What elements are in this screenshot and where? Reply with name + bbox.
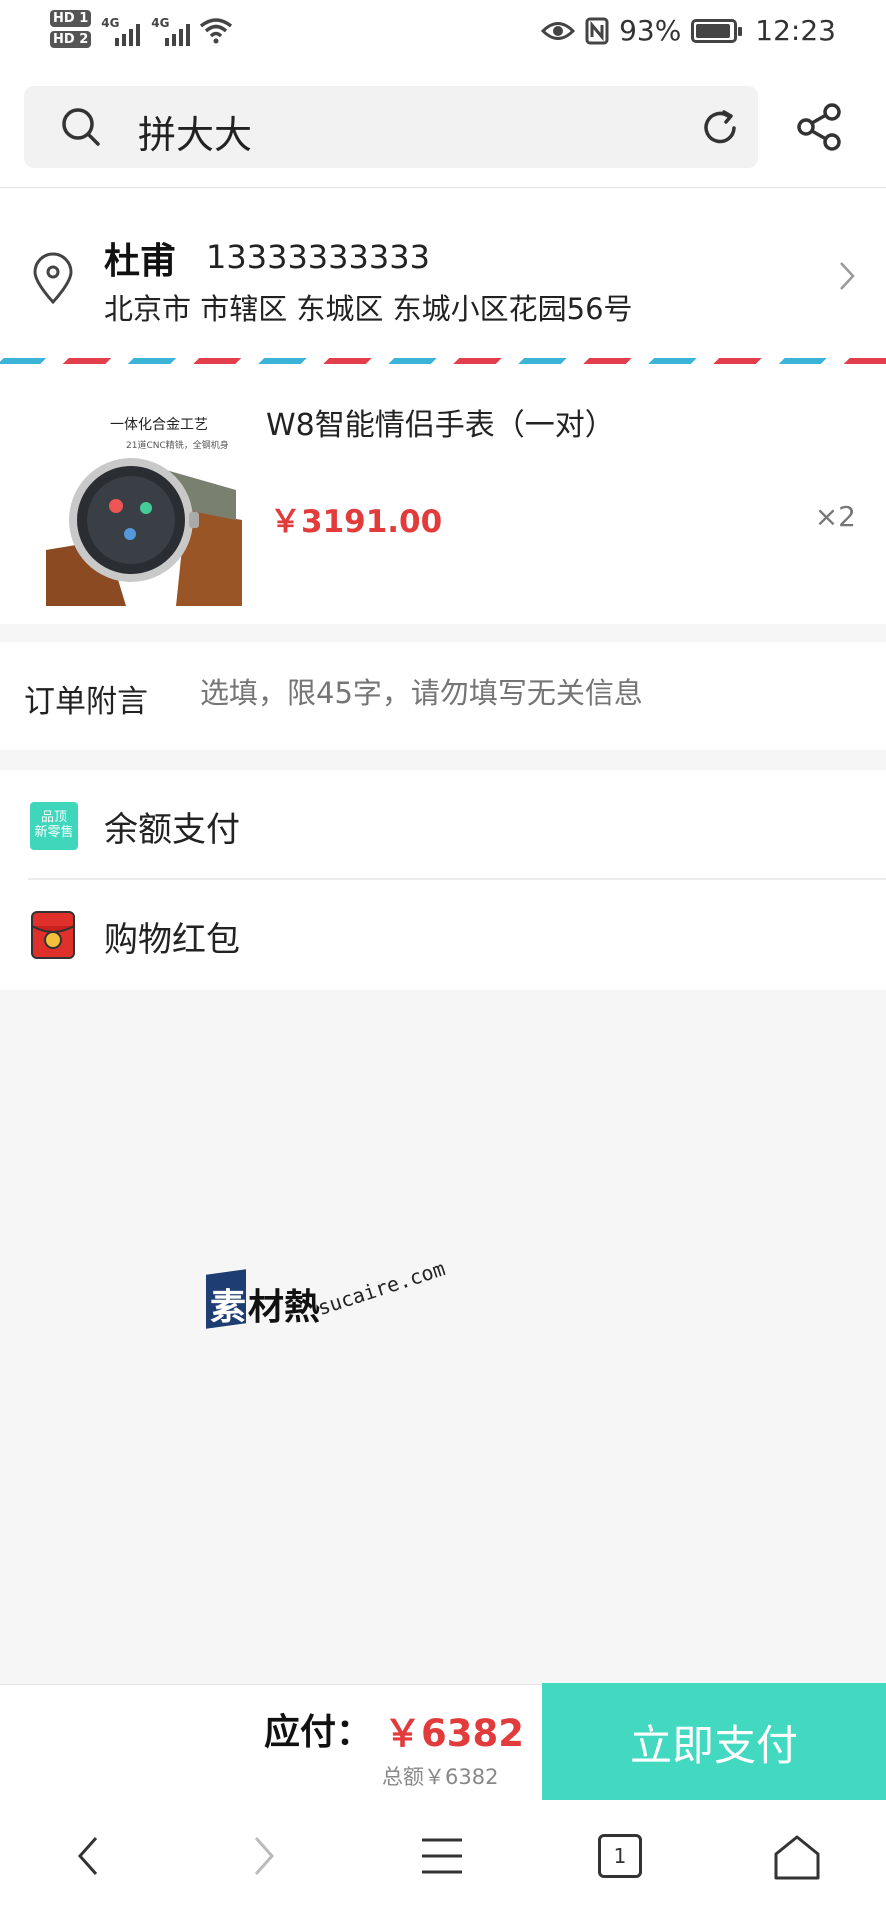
pay-now-button[interactable]: 立即支付 [542,1683,886,1801]
product-image-subcaption: 21道CNC精铣，全钢机身 [126,441,229,451]
order-note-input[interactable] [200,676,840,710]
product-image-caption: 一体化合金工艺 [110,417,208,433]
status-bar: HD 1 HD 2 4G 4G 93% 12:23 [0,0,886,66]
nfc-icon [585,17,609,44]
battery-percent: 93% [619,14,682,47]
sim2-hd-badge: HD 2 [50,31,92,48]
home-icon[interactable] [772,1834,822,1882]
recipient-phone: 13333333333 [206,238,430,276]
order-note: 订单附言 [0,642,886,750]
share-icon[interactable] [796,102,844,152]
watermark-cn-first: 素 [210,1287,247,1328]
payment-options: 品顶 新零售 余额支付 购物红包 [0,770,886,990]
location-pin-icon [33,252,73,305]
battery-icon [691,18,743,43]
refresh-icon[interactable] [698,106,742,150]
payment-option-label: 余额支付 [104,810,240,850]
checkout-bar: 应付： ￥6382 总额￥6382 立即支付 [0,1683,886,1801]
payment-option-label: 购物红包 [104,920,240,960]
signal-bars-1 [115,24,141,46]
search-text[interactable]: 拼大大 [138,104,252,159]
tabs-button[interactable]: 1 [598,1834,642,1878]
payment-option-balance[interactable]: 品顶 新零售 余额支付 [28,770,886,880]
amount-due-label: 应付： [264,1712,373,1753]
menu-icon[interactable] [420,1834,464,1878]
red-envelope-icon [31,911,75,959]
address-detail: 北京市 市辖区 东城区 东城小区花园56号 [104,292,633,326]
shipping-address[interactable]: 杜甫 13333333333 北京市 市辖区 东城区 东城小区花园56号 [0,188,886,360]
browser-nav-bar: 1 [0,1800,886,1920]
sim1-hd-badge: HD 1 [50,10,92,27]
signal-bars-2 [165,24,191,46]
watermark-domain: sucaire.com [314,1256,448,1320]
wifi-icon [200,18,233,44]
order-item[interactable]: 一体化合金工艺 21道CNC精铣，全钢机身 W8智能情侣手表（一对） ￥3191… [0,364,886,624]
recipient-name: 杜甫 [104,241,177,282]
search-box[interactable]: 拼大大 [24,86,758,168]
clock: 12:23 [755,14,836,47]
amount-due-value: ￥6382 [384,1712,524,1755]
search-icon [62,108,100,146]
status-bar-right: 93% 12:23 [541,14,836,47]
product-quantity: ×2 [814,500,856,533]
payment-option-red-envelope[interactable]: 购物红包 [0,880,886,990]
product-price: ￥3191.00 [270,504,443,540]
back-icon[interactable] [76,1834,100,1878]
status-bar-left: HD 1 HD 2 4G 4G [50,10,233,48]
forward-icon[interactable] [252,1834,276,1878]
brand-logo-icon: 品顶 新零售 [30,802,78,850]
watermark-cn-rest: 材熱 [248,1287,321,1328]
hd-indicators: HD 1 HD 2 [50,10,92,48]
top-bar: 拼大大 [0,66,886,188]
order-note-label: 订单附言 [24,684,148,720]
total-amount: 总额￥6382 [382,1765,499,1789]
chevron-right-icon [840,262,855,290]
product-title: W8智能情侣手表（一对） [266,408,615,443]
signal-icon: 4G [101,10,141,46]
eye-comfort-icon [541,21,576,40]
signal-icon-2: 4G [151,10,191,46]
product-image: 一体化合金工艺 21道CNC精铣，全钢机身 [46,400,242,606]
